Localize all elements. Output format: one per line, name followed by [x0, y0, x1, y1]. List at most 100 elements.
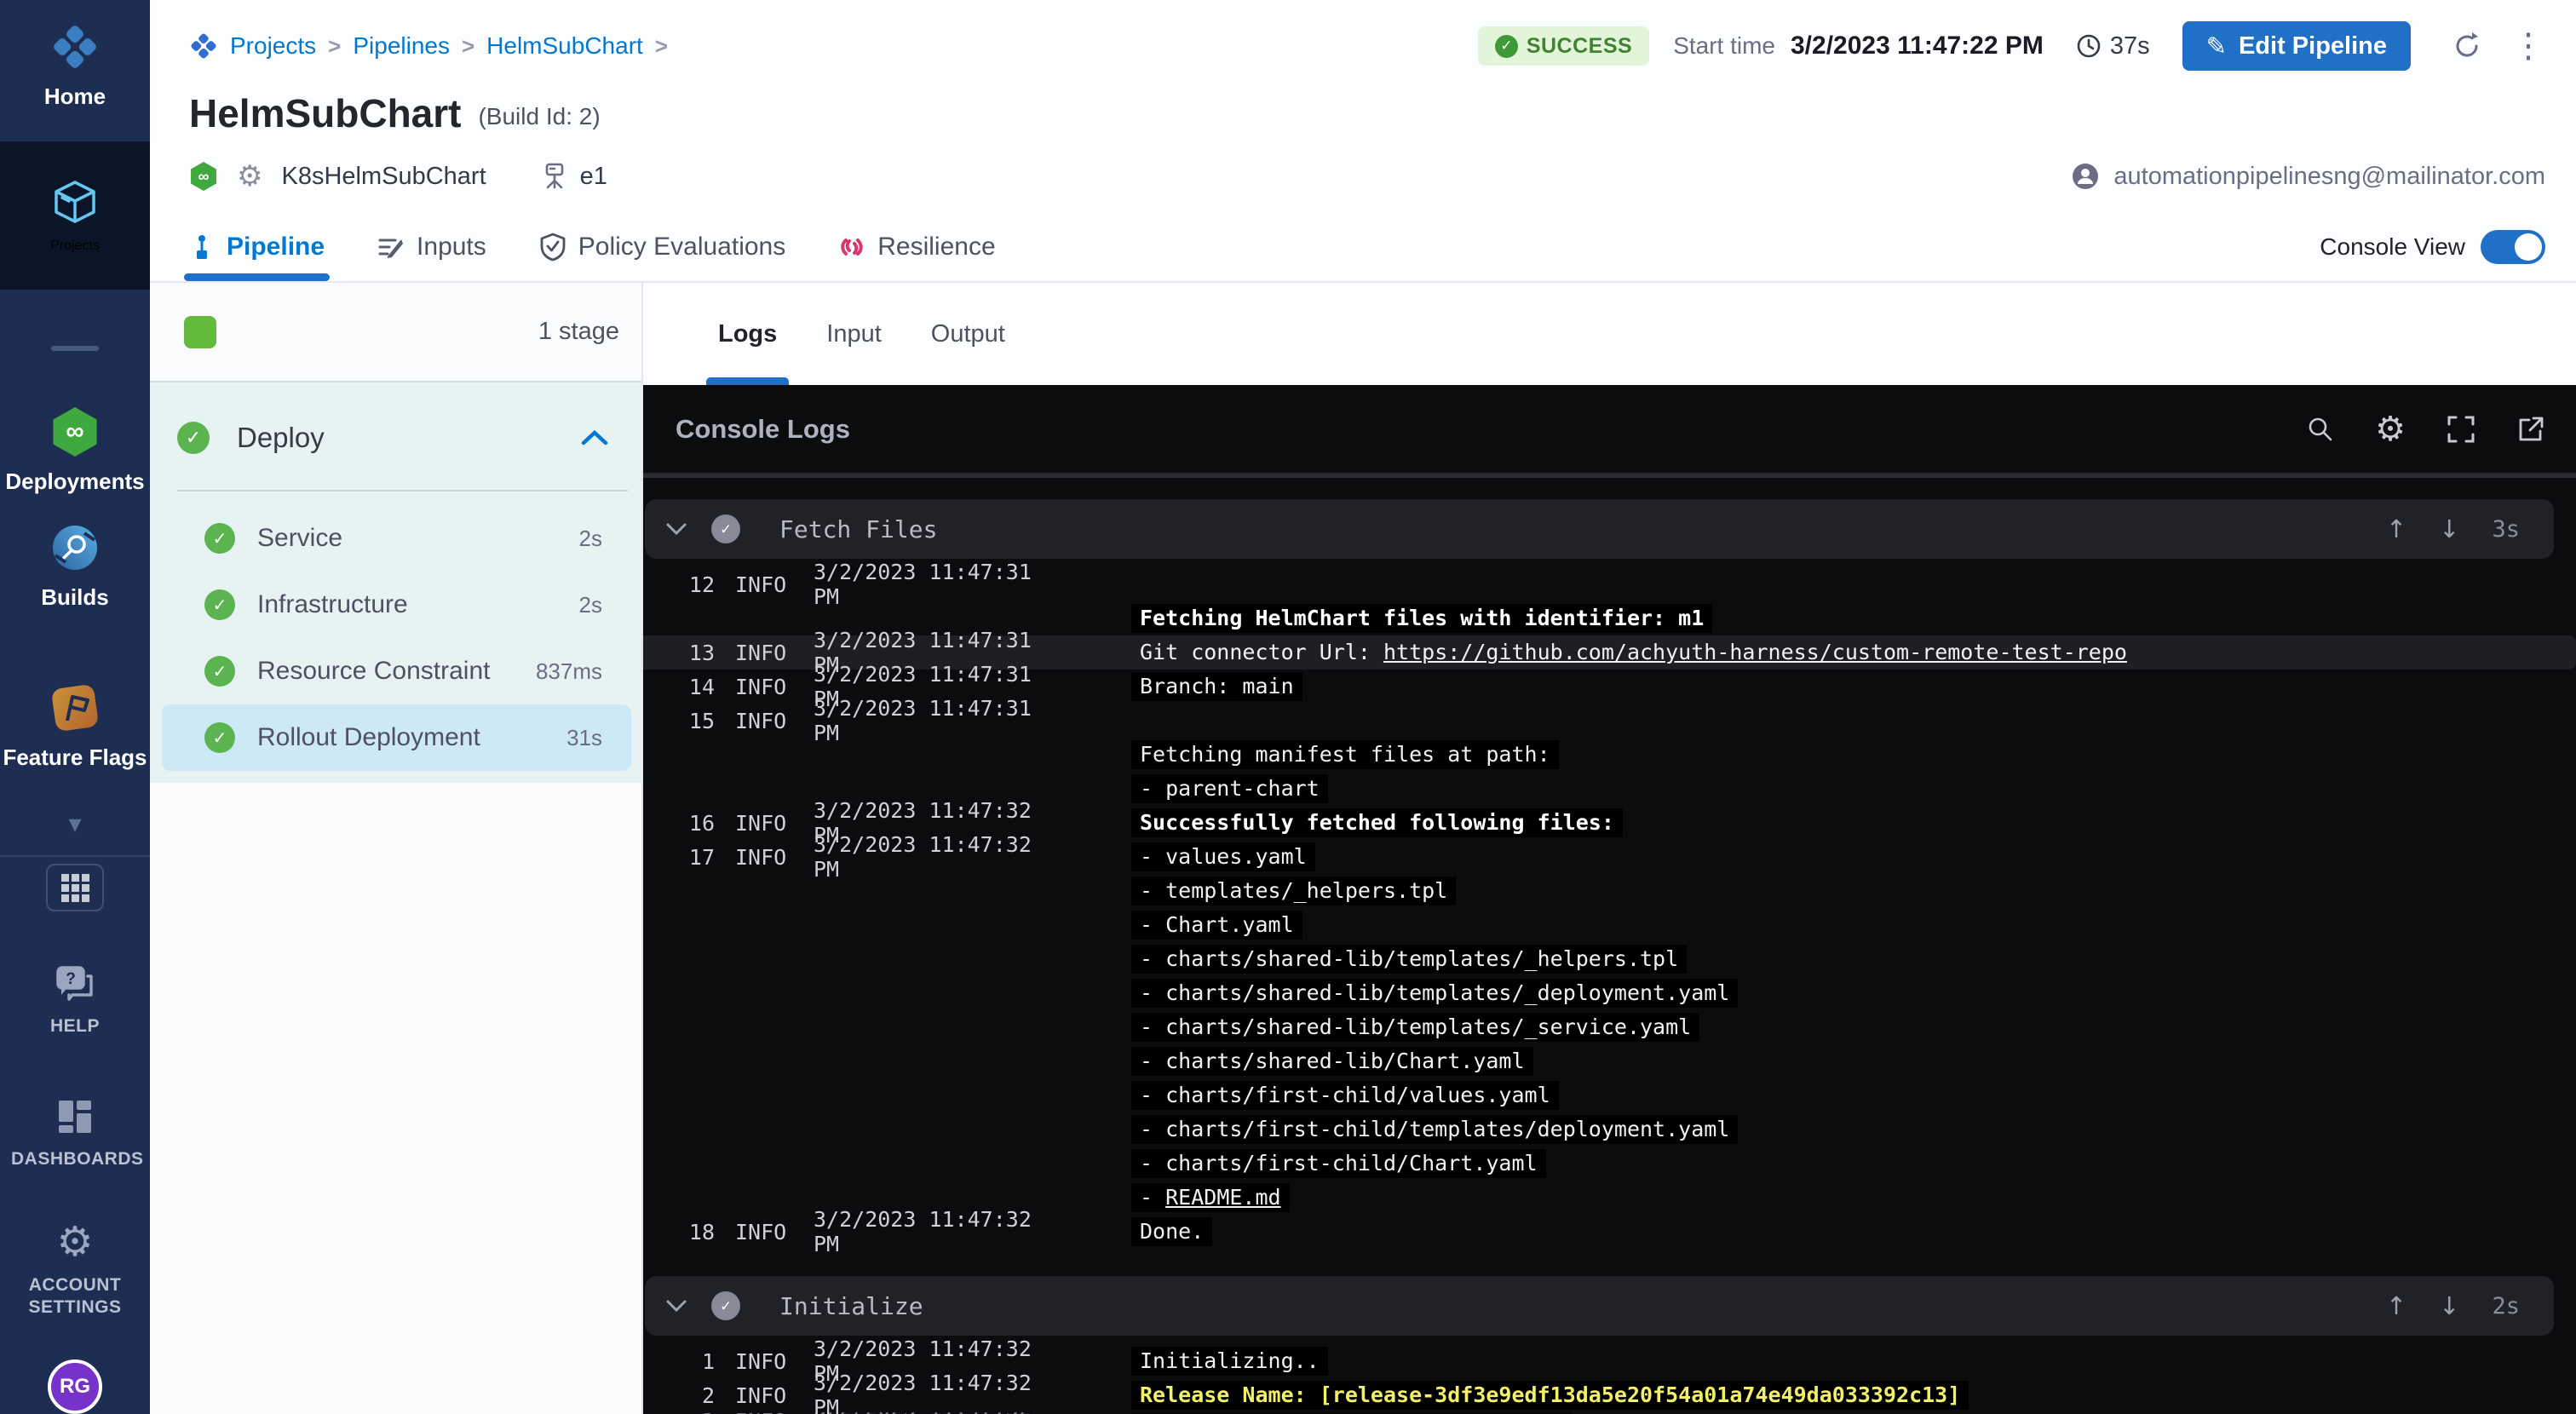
scroll-top-arrow-icon[interactable]: ↑	[2386, 1291, 2406, 1320]
log-line: - charts/first-child/Chart.yaml	[643, 1147, 2576, 1181]
chevron-down-icon[interactable]	[665, 522, 687, 536]
tab-logs[interactable]: Logs	[718, 283, 777, 385]
duration: 37s	[2076, 32, 2150, 60]
sidebar-item-dashboards[interactable]: DASHBOARDS	[0, 1097, 150, 1170]
pipeline-tabbar: Pipeline Inputs Policy Evaluations Resil…	[150, 213, 2576, 283]
chevron-up-icon[interactable]	[580, 428, 609, 447]
sidebar-item-help[interactable]: ? HELP	[0, 964, 150, 1038]
stage-name: Deploy	[237, 422, 580, 454]
log-line: 17INFO3/2/2023 11:47:32 PM- values.yaml	[643, 840, 2576, 874]
step-name: Infrastructure	[257, 590, 579, 619]
sidebar-item-builds[interactable]: Builds	[0, 523, 150, 611]
chevron-down-icon[interactable]	[665, 1299, 687, 1313]
more-options-button[interactable]: ⋮	[2511, 29, 2545, 63]
sidebar-item-label: DASHBOARDS	[11, 1148, 139, 1170]
log-message	[1131, 583, 1148, 587]
start-time-label: Start time	[1673, 32, 1775, 60]
scroll-bottom-arrow-icon[interactable]: ↓	[2439, 1291, 2459, 1320]
console-sections: ✓ Fetch Files ↑ ↓ 3s 12INFO3/2/2023 11:4…	[643, 499, 2576, 1414]
section-lines: 1INFO3/2/2023 11:47:32 PMInitializing..2…	[643, 1336, 2576, 1414]
log-link[interactable]: README.md	[1165, 1185, 1280, 1210]
grid-icon	[60, 872, 90, 903]
log-line: - charts/shared-lib/templates/_service.y…	[643, 1010, 2576, 1044]
stage-count: 1 stage	[538, 318, 619, 346]
log-message: - templates/_helpers.tpl	[1131, 877, 1456, 905]
log-message: - charts/shared-lib/templates/_deploymen…	[1131, 979, 1738, 1008]
scroll-top-arrow-icon[interactable]: ↑	[2386, 514, 2406, 543]
refresh-icon	[2452, 31, 2482, 61]
log-message: - values.yaml	[1131, 842, 1315, 871]
console-title: Console Logs	[676, 414, 850, 445]
log-line: 12INFO3/2/2023 11:47:31 PM	[643, 567, 2576, 601]
edit-pipeline-button[interactable]: ✎ Edit Pipeline	[2182, 21, 2411, 71]
step-row[interactable]: ✓ Infrastructure 2s	[162, 572, 631, 638]
sidebar-item-label: Projects	[50, 239, 100, 254]
sidebar-item-deployments[interactable]: ∞ Deployments	[0, 407, 150, 495]
log-section-header[interactable]: ✓ Fetch Files ↑ ↓ 3s	[645, 499, 2554, 559]
environment-name: e1	[580, 163, 607, 191]
pencil-icon: ✎	[2206, 32, 2227, 60]
tab-inputs[interactable]: Inputs	[377, 213, 486, 281]
section-lines: 12INFO3/2/2023 11:47:31 PMFetching HelmC…	[643, 559, 2576, 1259]
tab-policy-evaluations[interactable]: Policy Evaluations	[539, 213, 785, 281]
open-external-button[interactable]	[2516, 415, 2545, 444]
breadcrumb-link-pipelines[interactable]: Pipelines	[353, 32, 450, 60]
step-list: ✓ Service 2s ✓ Infrastructure 2s ✓ Resou…	[150, 491, 641, 771]
console-view-label: Console View	[2320, 233, 2465, 261]
sidebar-item-label: ACCOUNT SETTINGS	[11, 1274, 139, 1319]
breadcrumb-link-projects[interactable]: Projects	[230, 32, 316, 60]
build-id: (Build Id: 2)	[478, 96, 600, 130]
external-link-icon	[2516, 415, 2545, 444]
start-time-value: 3/2/2023 11:47:22 PM	[1791, 32, 2044, 60]
search-button[interactable]	[2305, 415, 2334, 444]
log-message: - parent-chart	[1131, 774, 1328, 803]
stage-deploy-header[interactable]: ✓ Deploy	[177, 410, 609, 466]
log-line: - charts/first-child/templates/deploymen…	[643, 1112, 2576, 1147]
step-row[interactable]: ✓ Service 2s	[162, 505, 631, 572]
sidebar-item-home[interactable]: Home	[0, 22, 150, 110]
module-grid-button[interactable]	[46, 864, 104, 911]
log-link[interactable]: https://github.com/achyuth-harness/custo…	[1383, 640, 2127, 664]
sidebar-item-label: Home	[44, 83, 106, 110]
log-line: 15INFO3/2/2023 11:47:31 PM	[643, 704, 2576, 738]
log-line: - charts/first-child/values.yaml	[643, 1078, 2576, 1112]
section-duration: 2s	[2492, 1293, 2520, 1319]
scroll-bottom-arrow-icon[interactable]: ↓	[2439, 514, 2459, 543]
fullscreen-button[interactable]	[2447, 415, 2475, 444]
tab-output[interactable]: Output	[931, 283, 1005, 385]
gear-icon: ⚙	[56, 1221, 93, 1262]
breadcrumb-link-pipeline-name[interactable]: HelmSubChart	[486, 32, 643, 60]
step-row[interactable]: ✓ Rollout Deployment 31s	[162, 704, 631, 771]
log-message: Fetching manifest files at path:	[1131, 740, 1559, 769]
ci-orbit-search-icon	[50, 523, 100, 572]
sidebar-item-feature-flags[interactable]: Feature Flags	[0, 683, 150, 771]
console-panel: Console Logs ⚙	[643, 385, 2576, 1414]
step-row[interactable]: ✓ Resource Constraint 837ms	[162, 638, 631, 704]
user-email: automationpipelinesng@mailinator.com	[2113, 163, 2545, 191]
tab-pipeline[interactable]: Pipeline	[189, 213, 325, 281]
tab-input[interactable]: Input	[826, 283, 882, 385]
clock-icon	[2076, 33, 2102, 59]
log-section-header[interactable]: ✓ Initialize ↑ ↓ 2s	[645, 1276, 2554, 1336]
sidebar-divider-dash	[51, 346, 99, 351]
console-body[interactable]: ✓ Fetch Files ↑ ↓ 3s 12INFO3/2/2023 11:4…	[643, 474, 2576, 1414]
stage-color-swatch	[184, 316, 216, 348]
refresh-button[interactable]	[2452, 31, 2482, 61]
log-settings-button[interactable]: ⚙	[2375, 412, 2406, 446]
log-message: - charts/first-child/templates/deploymen…	[1131, 1115, 1738, 1144]
console-view-toggle[interactable]	[2481, 230, 2545, 264]
log-line: - Chart.yaml	[643, 908, 2576, 942]
status-badge: ✓ SUCCESS	[1478, 26, 1649, 66]
section-check-icon: ✓	[711, 1291, 740, 1320]
sidebar-item-projects[interactable]: Projects	[0, 141, 150, 290]
chevron-down-icon[interactable]: ▾	[0, 809, 150, 839]
sidebar-item-account-settings[interactable]: ⚙ ACCOUNT SETTINGS	[0, 1221, 150, 1319]
user-avatar[interactable]: RG	[48, 1359, 102, 1414]
log-message: Git connector Url: https://github.com/ac…	[1131, 638, 2136, 667]
resilience-icon	[838, 233, 865, 261]
step-name: Service	[257, 524, 579, 553]
log-message: - Chart.yaml	[1131, 911, 1302, 940]
log-line: - charts/shared-lib/templates/_deploymen…	[643, 976, 2576, 1010]
tab-resilience[interactable]: Resilience	[838, 213, 995, 281]
success-check-icon: ✓	[204, 656, 235, 687]
